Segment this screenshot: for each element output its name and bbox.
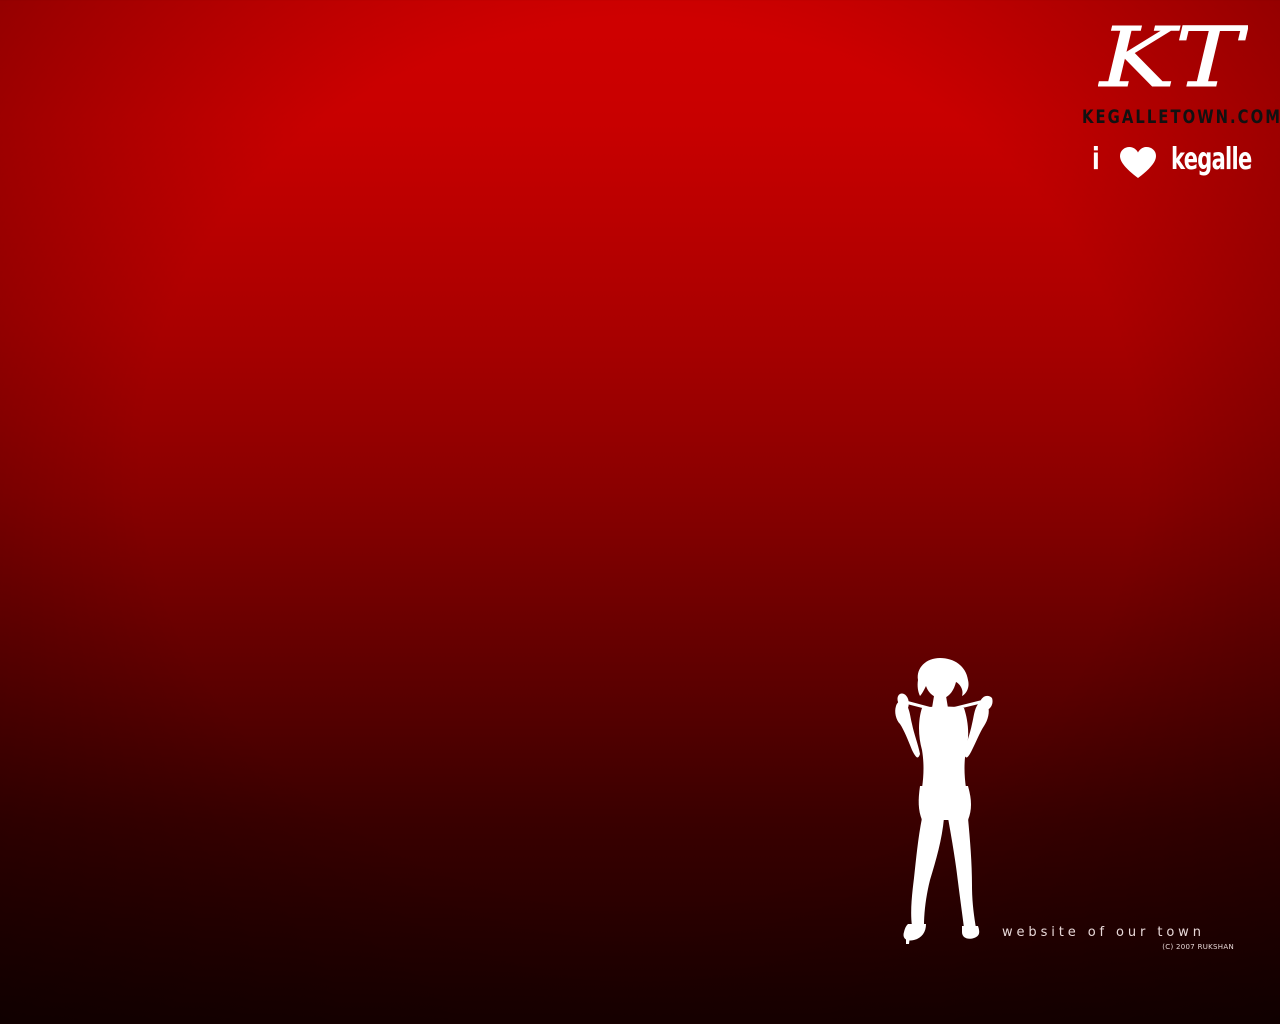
copyright: (C) 2007 RUKSHAN — [1162, 943, 1234, 951]
background-vignette — [0, 0, 1280, 1024]
i-love-kegalle-banner: i kegalle — [1092, 142, 1252, 182]
heart-icon — [1120, 147, 1156, 178]
kt-logo-text: KT — [1098, 11, 1248, 98]
love-prefix: i — [1092, 142, 1100, 177]
kt-logo: KT — [1098, 11, 1248, 99]
site-name: KEGALLETOWN.COM — [1082, 106, 1280, 128]
woman-silhouette-icon — [895, 658, 993, 944]
tagline: website of our town — [1002, 925, 1205, 940]
love-town: kegalle — [1171, 142, 1252, 177]
